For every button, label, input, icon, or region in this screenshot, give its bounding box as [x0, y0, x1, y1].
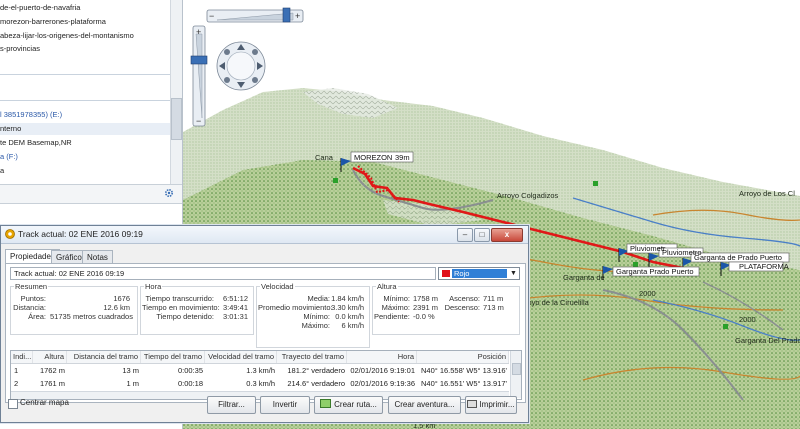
list-item[interactable]: a [0, 165, 4, 177]
left-panel-lower [0, 204, 182, 226]
divider [0, 100, 170, 101]
crear-ruta-button[interactable]: Crear ruta... [314, 396, 383, 414]
navigation-control[interactable] [216, 41, 266, 91]
tilt-slider[interactable]: − + [206, 7, 304, 23]
map-label: Garganta Del Prado P [735, 336, 800, 345]
group-title: Hora [144, 282, 163, 291]
printer-icon [467, 400, 478, 408]
map-label: Arroyo de Los Cl [739, 189, 795, 198]
tab-notas[interactable]: Notas [82, 250, 113, 264]
svg-text:+: + [295, 11, 300, 21]
track-name-field[interactable]: Track actual: 02 ENE 2016 09:19 [10, 267, 436, 280]
crear-aventura-button[interactable]: Crear aventura... [388, 396, 461, 414]
imprimir-button[interactable]: Imprimir... [465, 396, 517, 414]
svg-text:−: − [196, 116, 201, 126]
left-panel-scrollbar[interactable] [170, 0, 182, 184]
centrar-mapa-label: Centrar mapa [20, 398, 69, 407]
column-header[interactable]: Altura [33, 351, 67, 363]
table-row[interactable]: 1 1762 m 13 m 0:00:35 1.3 km/h 181.2° ve… [11, 365, 509, 377]
waypoint-label[interactable]: Garganta Prado Puerto [616, 267, 694, 276]
waypoint-label[interactable]: MOREZON [354, 153, 392, 162]
list-item[interactable]: morezon-barrerones-plataforma [0, 16, 106, 28]
track-points-table[interactable]: Indi... Altura Distancia del tramo Tiemp… [10, 350, 522, 400]
contour-label: 2000 [739, 315, 756, 324]
properties-panel: Track actual: 02 ENE 2016 09:19 Rojo ▼ R… [5, 263, 526, 403]
column-header[interactable]: Tiempo del tramo [141, 351, 205, 363]
invertir-button[interactable]: Invertir [260, 396, 310, 414]
scrollbar-thumb[interactable] [512, 363, 521, 375]
device-item[interactable]: l 3851978355) (E:) [0, 109, 62, 121]
waypoint-label: 39m [395, 153, 410, 162]
zoom-slider[interactable]: + − [190, 25, 208, 127]
map-label: Garganta de [563, 273, 605, 282]
dialog-title: Track actual: 02 ENE 2016 09:19 [18, 229, 143, 239]
centrar-mapa-checkbox[interactable] [8, 399, 18, 409]
column-header[interactable]: Distancia del tramo [67, 351, 141, 363]
list-item[interactable]: abeza-lijar-los-origenes-del-montanismo [0, 30, 134, 42]
table-header: Indi... Altura Distancia del tramo Tiemp… [11, 351, 509, 364]
list-item-internal[interactable]: nterno [0, 123, 170, 135]
maximize-button[interactable]: □ [474, 228, 490, 242]
column-header[interactable]: Hora [347, 351, 417, 363]
minimize-button[interactable]: – [457, 228, 473, 242]
list-item[interactable]: s-provincias [0, 43, 40, 55]
map-label: Arroyo Colgadizos [497, 191, 559, 200]
route-icon [320, 399, 332, 408]
waypoint-label[interactable]: Pluviometr [630, 244, 666, 253]
table-row[interactable]: 2 1761 m 1 m 0:00:18 0.3 km/h 214.6° ver… [11, 378, 509, 390]
column-header[interactable]: Trayecto del tramo [277, 351, 347, 363]
column-header[interactable]: Posición [417, 351, 509, 363]
column-header[interactable]: Indi... [11, 351, 33, 363]
left-panel-toolbar [0, 184, 182, 204]
column-header[interactable]: Velocidad del tramo [205, 351, 277, 363]
list-item-dem[interactable]: te DEM Basemap,NR [0, 137, 72, 149]
dialog-titlebar[interactable]: Track actual: 02 ENE 2016 09:19 – □ x [1, 226, 528, 244]
svg-text:+: + [196, 27, 201, 37]
scrollbar-thumb[interactable] [171, 98, 182, 140]
device-item[interactable]: a (F:) [0, 151, 18, 163]
chevron-down-icon[interactable]: ▼ [510, 268, 517, 279]
group-title: Altura [376, 282, 398, 291]
list-item[interactable]: de-el-puerto-de-navafria [0, 2, 80, 14]
map-label: Cana [315, 153, 334, 162]
svg-text:−: − [209, 11, 214, 21]
group-title: Velocidad [260, 282, 295, 291]
color-select[interactable]: Rojo ▼ [438, 267, 520, 280]
map-label: royo de la Ciruelilla [525, 298, 590, 307]
contour-label: 2000 [639, 289, 656, 298]
gear-icon[interactable] [164, 188, 174, 198]
app-icon [5, 229, 15, 239]
waypoint-label[interactable]: Garganta de Prado Puerto [694, 253, 782, 262]
waypoint-label[interactable]: PLATAFORMA [739, 262, 789, 271]
close-button[interactable]: x [491, 228, 523, 242]
filtrar-button[interactable]: Filtrar... [207, 396, 256, 414]
table-scrollbar[interactable] [510, 351, 521, 398]
divider [0, 74, 170, 75]
color-swatch [442, 270, 450, 277]
group-title: Resumen [14, 282, 49, 291]
track-properties-dialog: Track actual: 02 ENE 2016 09:19 – □ x Pr… [0, 225, 529, 423]
